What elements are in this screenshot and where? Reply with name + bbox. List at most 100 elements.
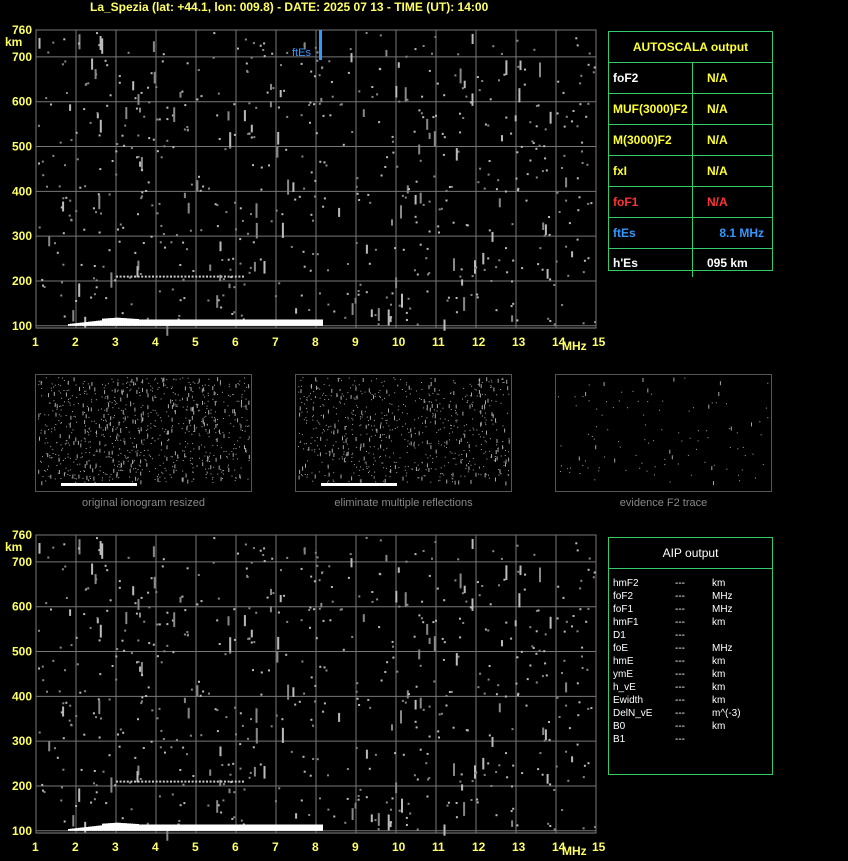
noise-dot xyxy=(104,445,106,447)
noise-dot xyxy=(179,443,181,445)
noise-dot xyxy=(72,429,74,431)
noise-dot xyxy=(168,438,170,440)
noise-dot xyxy=(50,387,52,389)
noise-dot xyxy=(110,473,112,475)
noise-dot xyxy=(718,392,720,396)
noise-dot xyxy=(462,622,465,624)
noise-dot xyxy=(147,591,150,594)
noise-dot xyxy=(307,474,309,476)
noise-dot xyxy=(469,383,471,385)
echo-trace xyxy=(127,483,129,486)
noise-dot xyxy=(458,480,460,485)
noise-dot xyxy=(579,103,582,106)
noise-dot xyxy=(535,147,538,150)
noise-dot xyxy=(95,286,98,289)
noise-dot xyxy=(409,393,411,395)
noise-dot xyxy=(442,153,445,156)
noise-dot xyxy=(470,479,472,484)
noise-dot xyxy=(479,411,481,413)
noise-dot xyxy=(94,574,97,585)
noise-dot xyxy=(186,128,189,131)
noise-dot xyxy=(110,416,112,421)
noise-dot xyxy=(201,459,203,461)
thumb-eliminate xyxy=(295,374,512,492)
noise-dot xyxy=(391,640,394,643)
noise-dot xyxy=(357,406,359,408)
noise-dot xyxy=(221,391,223,393)
noise-dot xyxy=(627,407,628,409)
noise-dot xyxy=(314,451,316,453)
noise-dot xyxy=(450,425,452,427)
autoscala-key: MUF(3000)F2 xyxy=(609,94,693,124)
aip-param: hmE xyxy=(613,656,634,667)
noise-dot xyxy=(348,480,350,482)
noise-dot xyxy=(183,297,186,300)
echo-trace xyxy=(69,483,71,486)
noise-dot xyxy=(621,391,623,393)
noise-dot xyxy=(500,455,502,457)
noise-dot xyxy=(67,442,69,444)
noise-dot xyxy=(556,696,559,699)
noise-dot xyxy=(38,226,41,229)
noise-dot xyxy=(127,456,129,458)
noise-dot xyxy=(260,671,263,674)
noise-dot xyxy=(413,130,416,133)
echo-trace xyxy=(166,275,169,278)
noise-dot xyxy=(483,452,485,454)
noise-dot xyxy=(140,596,143,599)
noise-dot xyxy=(445,189,448,192)
noise-dot xyxy=(129,476,130,478)
echo-trace xyxy=(144,275,147,278)
noise-dot xyxy=(117,379,119,381)
noise-dot xyxy=(134,414,136,416)
noise-dot xyxy=(79,471,81,473)
noise-dot xyxy=(121,312,124,315)
noise-dot xyxy=(521,267,524,270)
noise-dot xyxy=(432,116,435,119)
noise-dot xyxy=(141,195,143,198)
noise-dot xyxy=(225,450,227,452)
noise-dot xyxy=(69,402,71,404)
noise-dot xyxy=(339,401,341,403)
noise-dot xyxy=(136,452,138,457)
noise-dot xyxy=(444,418,446,420)
aip-value: --- xyxy=(675,591,685,602)
noise-dot xyxy=(182,377,184,379)
noise-dot xyxy=(111,160,114,162)
noise-dot xyxy=(215,432,217,434)
echo-trace xyxy=(202,275,205,278)
noise-dot xyxy=(222,799,225,802)
noise-dot xyxy=(441,637,444,640)
noise-dot xyxy=(456,414,458,416)
noise-dot xyxy=(426,440,428,445)
noise-dot xyxy=(62,768,65,771)
noise-dot xyxy=(213,454,215,456)
noise-dot xyxy=(213,391,215,396)
noise-dot xyxy=(139,107,141,113)
noise-dot xyxy=(232,452,234,457)
noise-dot xyxy=(198,433,200,435)
noise-dot xyxy=(193,430,195,432)
noise-dot xyxy=(114,784,117,787)
noise-dot xyxy=(378,456,380,458)
noise-dot xyxy=(390,303,392,306)
noise-dot xyxy=(247,478,249,480)
x-tick-label: 1 xyxy=(32,335,39,349)
noise-dot xyxy=(118,81,121,84)
noise-dot xyxy=(98,409,99,411)
noise-dot xyxy=(85,448,87,450)
noise-dot xyxy=(388,394,390,396)
noise-dot xyxy=(190,407,192,412)
noise-dot xyxy=(228,383,230,385)
noise-dot xyxy=(342,143,345,146)
noise-dot xyxy=(84,821,87,833)
noise-dot xyxy=(431,52,433,55)
noise-dot xyxy=(226,457,228,459)
noise-dot xyxy=(484,628,487,631)
noise-dot xyxy=(51,390,53,392)
noise-dot xyxy=(116,471,118,476)
noise-dot xyxy=(88,434,90,436)
noise-dot xyxy=(438,713,441,716)
noise-dot xyxy=(166,106,169,109)
noise-dot xyxy=(446,299,449,302)
